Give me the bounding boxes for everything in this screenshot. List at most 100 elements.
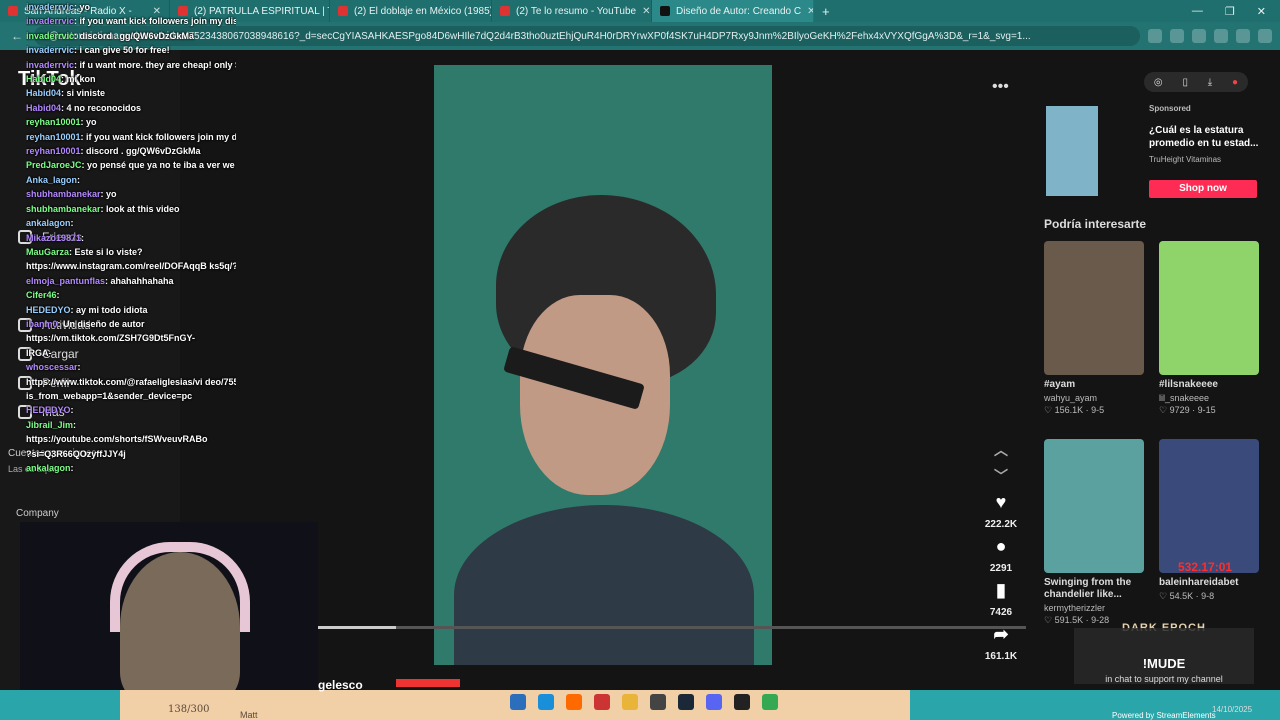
video-progress-bar[interactable] — [318, 626, 1026, 629]
shop-now-button[interactable]: Shop now — [1149, 180, 1257, 198]
red-indicator — [396, 679, 460, 687]
close-icon[interactable]: ✕ — [807, 6, 813, 17]
chat-username: reyhan10001 — [26, 117, 81, 128]
suggestion-thumbnail — [1159, 241, 1259, 375]
top-right-icons: ◎ ▯ ⤓ ● — [1144, 72, 1248, 92]
streamer — [120, 552, 240, 690]
avatar-icon[interactable] — [1236, 29, 1250, 43]
chevron-up-icon[interactable]: ︿ — [994, 440, 1008, 460]
right-column: ◎ ▯ ⤓ ● Sponsored ¿Cuál es la estatura p… — [1034, 50, 1280, 690]
download-icon[interactable]: ⤓ — [1208, 77, 1212, 88]
edge-icon[interactable] — [538, 694, 554, 710]
chat-message: HEDEDYO: — [26, 405, 74, 416]
chat-text: ahahahhahaha — [110, 275, 174, 286]
bookmark-icon[interactable]: ▮ — [996, 580, 1006, 601]
chat-username: Jibrail_Jim — [26, 419, 74, 430]
back-icon[interactable]: ← — [8, 29, 26, 43]
chat-message: reyhan10001: discord . gg/QW6vDzGkMa — [26, 146, 201, 157]
discord-icon[interactable] — [706, 694, 722, 710]
chat-message: Jibrail_Jim: — [26, 419, 77, 430]
tab-diseno-de-autor[interactable]: Diseño de Autor: Creando C✕ — [652, 0, 814, 22]
maximize-icon[interactable]: ❐ — [1225, 5, 1235, 18]
app-icon[interactable] — [594, 694, 610, 710]
firefox-icon[interactable] — [566, 694, 582, 710]
folder-icon[interactable] — [622, 694, 638, 710]
suggestion-card[interactable]: Swinging from the chandelier like... ker… — [1044, 439, 1144, 626]
goal-counter: 138/300 — [168, 704, 210, 715]
sponsored-ad[interactable]: Sponsored ¿Cuál es la estatura promedio … — [1042, 102, 1260, 198]
chat-message: invaderrvic: yo — [26, 2, 91, 12]
menu-icon[interactable] — [1258, 29, 1272, 43]
app-icon-2[interactable] — [734, 694, 750, 710]
obs-icon[interactable] — [650, 694, 666, 710]
bookmark-icon[interactable] — [1170, 29, 1184, 43]
chat-text: discord . gg/QW6vDzGkMa — [79, 30, 195, 41]
video-author-fragment: gelesco — [318, 678, 363, 692]
refresh-icon[interactable] — [1192, 29, 1206, 43]
close-icon[interactable]: ✕ — [642, 6, 650, 17]
chat-message: https://www.instagram.com/reel/DOFAqqB k… — [26, 259, 236, 273]
suggestion-card[interactable]: #lilsnakeeee lil_snakeeee ♡ 9729 · 9-15 — [1159, 241, 1259, 416]
suggestion-card[interactable]: baleinhareidabet ♡ 54.5K · 9-8 — [1159, 439, 1259, 602]
chat-message: ibanm0: Un diseño de autor — [26, 318, 145, 329]
suggestion-card[interactable]: #ayam wahyu_ayam ♡ 156.1K · 9-5 — [1044, 241, 1144, 416]
windows-icon[interactable] — [510, 694, 526, 710]
chat-username: Mikazo19871 — [26, 232, 82, 243]
chevron-down-icon[interactable]: ﹀ — [994, 466, 1008, 486]
phone-icon[interactable]: ▯ — [1182, 77, 1188, 88]
user-avatar-icon[interactable]: ● — [1232, 77, 1238, 88]
chat-message: shubhambanekar: look at this video — [26, 203, 180, 214]
webcam-overlay — [20, 522, 318, 690]
likes-count: 222.2K — [984, 519, 1018, 530]
comment-icon[interactable]: ● — [996, 536, 1007, 557]
suggestion-stats: ♡ 156.1K · 9-5 — [1044, 405, 1105, 415]
chat-username: whoscessar — [26, 362, 78, 373]
chat-message: ankalagon: — [26, 463, 74, 473]
shield-icon[interactable] — [1214, 29, 1228, 43]
chat-text: is_from_webapp=1&sender_device=pc — [26, 390, 193, 401]
close-window-icon[interactable]: ✕ — [1257, 5, 1266, 18]
chrome-icon[interactable] — [762, 694, 778, 710]
chat-username: MauGarza — [26, 246, 70, 257]
youtube-icon — [8, 6, 18, 16]
chat-username: shubhambanekar — [26, 203, 101, 214]
suggestion-author: lil_snakeeee — [1159, 393, 1210, 403]
youtube-icon — [500, 6, 510, 16]
chat-message: Cifer46: — [26, 290, 60, 301]
more-options-icon[interactable]: ••• — [992, 78, 1009, 96]
minimize-icon[interactable]: — — [1192, 5, 1203, 18]
compass-icon[interactable]: ◎ — [1154, 77, 1163, 88]
shares-count: 161.1K — [984, 651, 1018, 662]
chat-text: Un diseño de autor — [63, 318, 145, 329]
tab-doblaje[interactable]: (2) El doblaje en México (1985)✕ — [330, 0, 492, 22]
heart-icon[interactable]: ♥ — [996, 492, 1007, 513]
extension-icon[interactable] — [1148, 29, 1162, 43]
chat-message: is_from_webapp=1&sender_device=pc — [26, 389, 236, 403]
chat-message: https://youtube.com/shorts/fSWveuvRABo — [26, 432, 236, 446]
chat-username: PredJaroeJC — [26, 160, 82, 171]
chat-username: reyhan10001 — [26, 131, 81, 142]
chat-text: yo — [106, 189, 117, 200]
chat-username: invaderrvic — [26, 45, 75, 56]
chat-username: invaderrvic — [26, 59, 75, 70]
chat-username: invaderrvic — [26, 30, 75, 41]
tab-te-lo-resumo[interactable]: (2) Te lo resumo - YouTube ✕ — [492, 0, 652, 22]
stream-timer: 532.17:01 — [1178, 560, 1233, 574]
suggestion-caption: baleinhareidabet — [1159, 577, 1239, 588]
chat-username: invaderrvic — [26, 2, 75, 12]
suggestion-stats: ♡ 54.5K · 9-8 — [1159, 591, 1215, 601]
chat-message: elmoja_pantunflas: ahahahhahaha — [26, 275, 174, 286]
chat-username: HEDEDYO — [26, 405, 71, 416]
new-tab-button[interactable]: + — [814, 4, 838, 19]
company-link[interactable]: Company — [16, 508, 59, 519]
video-player[interactable] — [434, 65, 772, 665]
chat-message: invaderrvic: i can give 50 for free! — [26, 45, 170, 56]
ad-image — [1046, 106, 1098, 196]
steam-icon[interactable] — [678, 694, 694, 710]
suggestion-caption: #ayam — [1044, 379, 1076, 390]
chat-message: https://www.tiktok.com/@rafaeliglesias/v… — [26, 375, 236, 389]
chat-text: yo — [86, 117, 97, 128]
chat-message: Habid04: si viniste — [26, 88, 106, 99]
chat-text: https://youtube.com/shorts/fSWveuvRABo — [26, 434, 208, 445]
chat-username: Habid04 — [26, 74, 62, 85]
